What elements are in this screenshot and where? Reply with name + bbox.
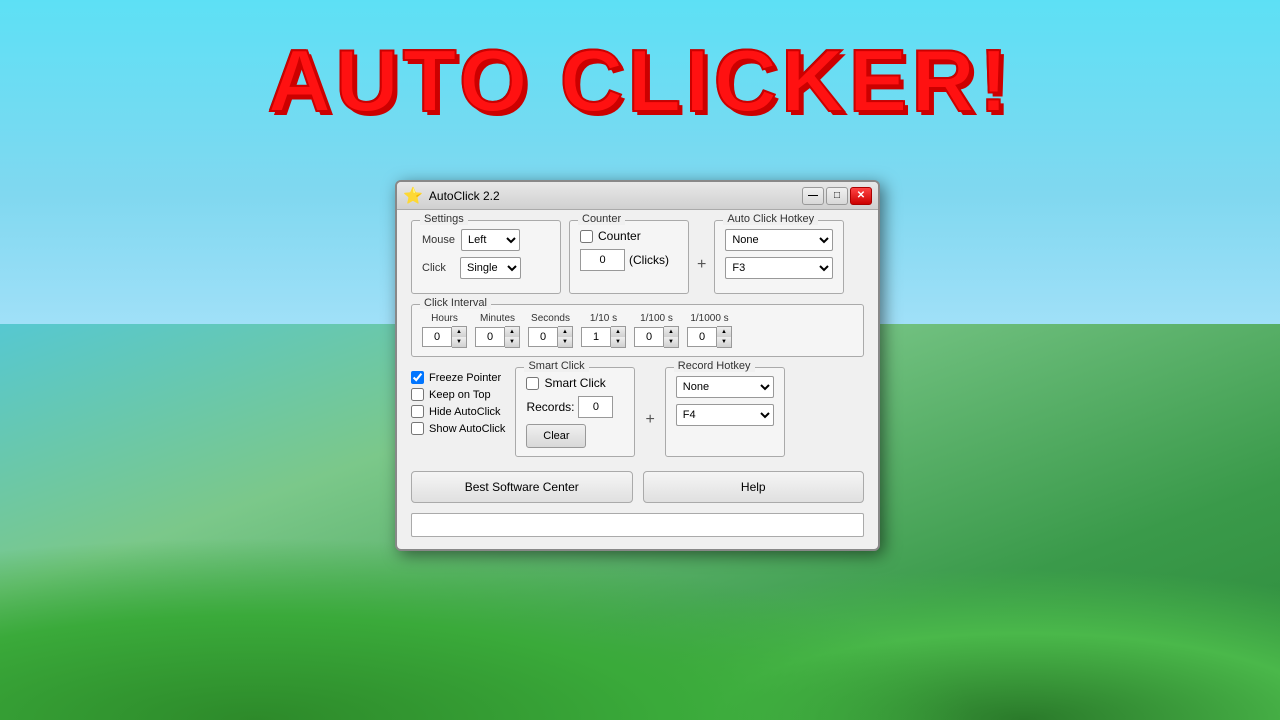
show-autoclick-checkbox[interactable] — [411, 422, 424, 435]
hotkey-select-1[interactable]: NoneF1F2F3 — [725, 229, 833, 251]
hundredth-input[interactable] — [634, 327, 664, 347]
counter-checkbox[interactable] — [580, 230, 593, 243]
hundredth-down[interactable]: ▼ — [664, 337, 678, 347]
keep-on-top-checkbox[interactable] — [411, 388, 424, 401]
thousandth-up[interactable]: ▲ — [717, 327, 731, 337]
mouse-select[interactable]: Left Right Middle — [461, 229, 520, 251]
auto-click-hotkey-label: Auto Click Hotkey — [723, 213, 818, 225]
tenth-input[interactable] — [581, 327, 611, 347]
restore-button[interactable]: □ — [826, 187, 848, 205]
counter-label: Counter — [578, 213, 625, 225]
minutes-input[interactable] — [475, 327, 505, 347]
mouse-field-row: Mouse Left Right Middle — [422, 229, 550, 251]
freeze-pointer-row: Freeze Pointer — [411, 371, 505, 384]
tenth-col: 1/10 s ▲ ▼ — [581, 313, 626, 348]
minutes-up[interactable]: ▲ — [505, 327, 519, 337]
tenth-up[interactable]: ▲ — [611, 327, 625, 337]
click-field-row: Click Single Double — [422, 257, 550, 279]
seconds-col: Seconds ▲ ▼ — [528, 313, 573, 348]
hundredth-col: 1/100 s ▲ ▼ — [634, 313, 679, 348]
smart-click-checkbox-label: Smart Click — [544, 376, 605, 390]
minutes-label: Minutes — [480, 313, 515, 324]
seconds-up[interactable]: ▲ — [558, 327, 572, 337]
thousandth-col: 1/1000 s ▲ ▼ — [687, 313, 732, 348]
hide-autoclick-checkbox[interactable] — [411, 405, 424, 418]
settings-section: Settings Mouse Left Right Middle Click S… — [411, 220, 561, 294]
hotkey-select-2[interactable]: F1F2F3F4 — [725, 257, 833, 279]
best-software-button[interactable]: Best Software Center — [411, 471, 633, 503]
clear-button[interactable]: Clear — [526, 424, 586, 448]
seconds-label: Seconds — [531, 313, 570, 324]
counter-input-row: (Clicks) — [580, 249, 678, 271]
help-button[interactable]: Help — [643, 471, 865, 503]
thousandth-label: 1/1000 s — [690, 313, 728, 324]
thousandth-input[interactable] — [687, 327, 717, 347]
record-hotkey-label: Record Hotkey — [674, 360, 755, 372]
checkboxes-group: Freeze Pointer Keep on Top Hide AutoClic… — [411, 367, 505, 457]
plus-sign-2: + — [645, 382, 654, 457]
records-input[interactable] — [578, 396, 613, 418]
minutes-down[interactable]: ▼ — [505, 337, 519, 347]
thousandth-down[interactable]: ▼ — [717, 337, 731, 347]
action-buttons: Best Software Center Help — [411, 471, 864, 503]
status-bar — [411, 513, 864, 537]
record-hotkey-select-1[interactable]: NoneF1F2F3 — [676, 376, 774, 398]
keep-on-top-label: Keep on Top — [429, 389, 491, 401]
show-autoclick-label: Show AutoClick — [429, 423, 505, 435]
click-select[interactable]: Single Double — [460, 257, 521, 279]
hide-autoclick-row: Hide AutoClick — [411, 405, 505, 418]
tenth-label: 1/10 s — [590, 313, 617, 324]
click-interval-label: Click Interval — [420, 297, 491, 309]
settings-label: Settings — [420, 213, 468, 225]
autoclick-window: ⭐ AutoClick 2.2 — □ ✕ Settings Mouse Lef… — [395, 180, 880, 551]
smart-click-label: Smart Click — [524, 360, 588, 372]
hide-autoclick-label: Hide AutoClick — [429, 406, 501, 418]
hours-up[interactable]: ▲ — [452, 327, 466, 337]
seconds-down[interactable]: ▼ — [558, 337, 572, 347]
smart-click-checkbox[interactable] — [526, 377, 539, 390]
freeze-pointer-checkbox[interactable] — [411, 371, 424, 384]
interval-fields: Hours ▲ ▼ Minutes ▲ — [422, 313, 853, 348]
freeze-pointer-label: Freeze Pointer — [429, 372, 501, 384]
window-controls: — □ ✕ — [802, 187, 872, 205]
show-autoclick-row: Show AutoClick — [411, 422, 505, 435]
bottom-row: Freeze Pointer Keep on Top Hide AutoClic… — [411, 367, 864, 457]
click-label: Click — [422, 262, 454, 274]
plus-sign-1: + — [697, 235, 706, 294]
minutes-col: Minutes ▲ ▼ — [475, 313, 520, 348]
smart-click-section: Smart Click Smart Click Records: Clear — [515, 367, 635, 457]
mouse-label: Mouse — [422, 234, 455, 246]
page-title: AUTO CLICKER! — [0, 30, 1280, 132]
records-label: Records: — [526, 400, 574, 414]
window-body: Settings Mouse Left Right Middle Click S… — [397, 210, 878, 549]
hours-input[interactable] — [422, 327, 452, 347]
window-title: AutoClick 2.2 — [429, 189, 796, 203]
hundredth-label: 1/100 s — [640, 313, 673, 324]
counter-checkbox-label: Counter — [598, 229, 641, 243]
top-sections: Settings Mouse Left Right Middle Click S… — [411, 220, 864, 294]
auto-click-hotkey-section: Auto Click Hotkey NoneF1F2F3 F1F2F3F4 — [714, 220, 844, 294]
counter-input[interactable] — [580, 249, 625, 271]
smart-click-checkbox-row: Smart Click — [526, 376, 624, 390]
hours-down[interactable]: ▼ — [452, 337, 466, 347]
clicks-unit: (Clicks) — [629, 253, 669, 267]
tenth-down[interactable]: ▼ — [611, 337, 625, 347]
click-interval-section: Click Interval Hours ▲ ▼ Minutes — [411, 304, 864, 357]
titlebar: ⭐ AutoClick 2.2 — □ ✕ — [397, 182, 878, 210]
records-row: Records: — [526, 396, 624, 418]
hours-col: Hours ▲ ▼ — [422, 313, 467, 348]
star-icon: ⭐ — [403, 186, 423, 206]
hundredth-up[interactable]: ▲ — [664, 327, 678, 337]
seconds-input[interactable] — [528, 327, 558, 347]
counter-checkbox-row: Counter — [580, 229, 678, 243]
record-hotkey-section: Record Hotkey NoneF1F2F3 F1F2F3F4 — [665, 367, 785, 457]
close-button[interactable]: ✕ — [850, 187, 872, 205]
counter-section: Counter Counter (Clicks) — [569, 220, 689, 294]
keep-on-top-row: Keep on Top — [411, 388, 505, 401]
minimize-button[interactable]: — — [802, 187, 824, 205]
hours-label: Hours — [431, 313, 458, 324]
record-hotkey-select-2[interactable]: F1F2F3F4 — [676, 404, 774, 426]
